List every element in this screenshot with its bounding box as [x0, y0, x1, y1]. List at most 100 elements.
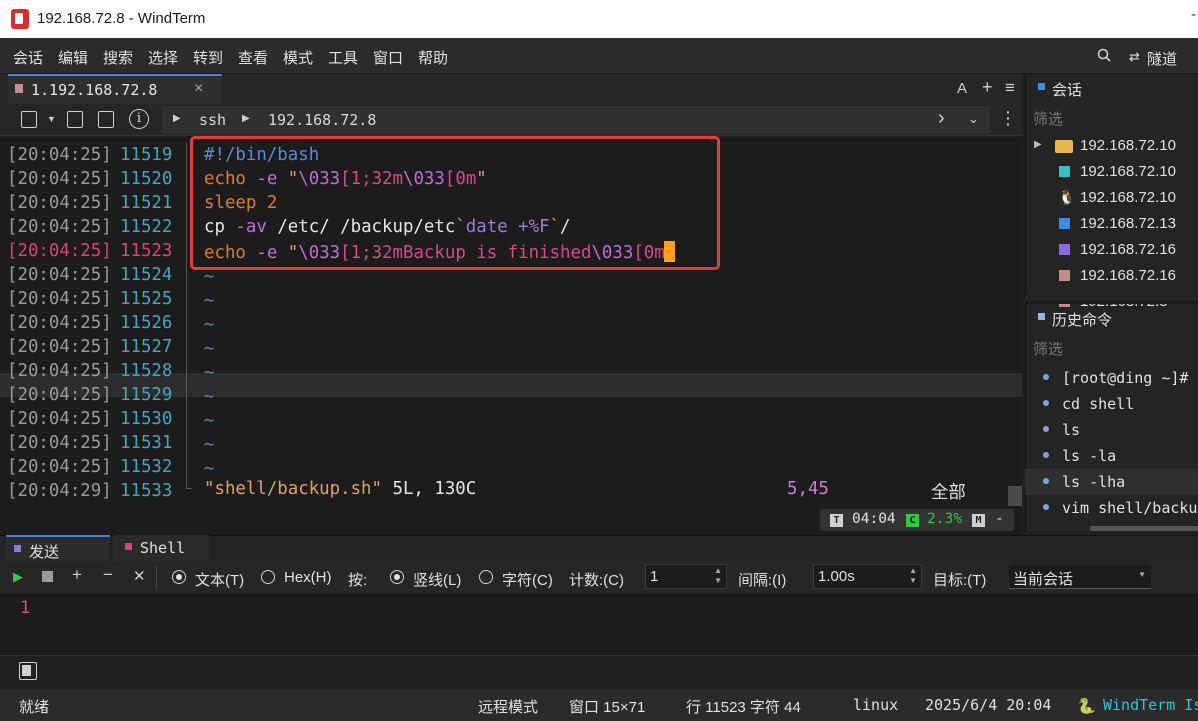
history-item-label: ls — [1062, 421, 1081, 439]
target-dropdown[interactable]: 当前会话 ▼ — [1009, 565, 1151, 589]
status-cursor[interactable]: 行 11523 字符 44 — [686, 696, 801, 717]
stop-icon[interactable] — [42, 571, 53, 582]
terminal-line: [20:04:25] 11532 — [0, 453, 1022, 477]
terminal-line: [20:04:25] 11528 — [0, 357, 1022, 381]
menu-bar: 会话 编辑 搜索 选择 转到 查看 模式 工具 窗口 帮助 — [0, 38, 1198, 74]
breadcrumb-protocol[interactable]: ssh — [199, 111, 226, 129]
history-item[interactable]: ls — [1025, 417, 1198, 443]
by-label: 按: — [348, 572, 368, 589]
tunnel-icon[interactable]: ⇄ — [1129, 49, 1140, 65]
menu-mode[interactable]: 模式 — [283, 47, 313, 68]
menu-view[interactable]: 查看 — [238, 47, 268, 68]
session-tab-label: 1.192.168.72.8 — [31, 81, 158, 99]
duplicate-session-icon[interactable] — [67, 111, 83, 128]
terminal-scrollbar[interactable] — [1008, 486, 1022, 506]
font-size-button[interactable]: A — [957, 80, 967, 97]
interval-spinbox[interactable]: 1.00s ▲ ▼ — [813, 564, 922, 589]
linux-icon: 🐧 — [1058, 189, 1076, 205]
text-radio-label[interactable]: 文本(T) — [195, 569, 244, 590]
status-window-size[interactable]: 窗口 15×71 — [569, 696, 645, 717]
count-value: 1 — [650, 568, 659, 585]
breadcrumb-host[interactable]: 192.168.72.8 — [268, 111, 376, 129]
history-horizontal-scrollbar[interactable] — [1090, 526, 1198, 531]
char-radio[interactable] — [479, 570, 493, 584]
line-number: 11533 — [120, 481, 173, 501]
char-radio-label[interactable]: 字符(C) — [502, 569, 553, 590]
history-item[interactable]: vim shell/backup.sh — [1025, 495, 1198, 521]
close-tab-button[interactable]: × — [194, 80, 203, 98]
info-icon[interactable]: i — [129, 109, 149, 129]
new-session-icon[interactable] — [21, 111, 37, 128]
copy-session-icon[interactable] — [98, 111, 114, 128]
history-item[interactable]: [root@ding ~]# — [1025, 365, 1198, 391]
chevron-down-icon[interactable]: ▼ — [47, 114, 56, 124]
minus-icon[interactable]: − — [103, 565, 113, 585]
send-tab-icon — [14, 545, 21, 552]
brand-label: WindTerm Is — [1103, 696, 1198, 714]
menu-window[interactable]: 窗口 — [373, 47, 403, 68]
session-item[interactable]: ▶ 192.168.72.10 — [1025, 134, 1198, 160]
bottom-toolbar — [0, 655, 1198, 689]
status-mode[interactable]: 远程模式 — [478, 696, 538, 717]
tunnel-button[interactable]: 隧道 — [1147, 48, 1177, 69]
history-filter-input[interactable]: 筛选 — [1033, 338, 1063, 359]
tab-send-label: 发送 — [29, 544, 60, 561]
chevron-right-icon[interactable]: ▶ — [1034, 139, 1042, 150]
menu-edit[interactable]: 编辑 — [58, 47, 88, 68]
spin-arrows-icon[interactable]: ▲ ▼ — [909, 566, 917, 586]
send-content: 1 — [20, 598, 31, 618]
tab-session-192-168-72-8[interactable]: 1.192.168.72.8 × — [8, 74, 222, 104]
history-item-label: ls -lha — [1062, 473, 1126, 491]
sessions-panel-icon — [1038, 83, 1045, 90]
history-item[interactable]: cd shell — [1025, 391, 1198, 417]
menu-session[interactable]: 会话 — [13, 47, 43, 68]
session-item[interactable]: 192.168.72.13 — [1025, 212, 1198, 238]
square-icon — [1059, 270, 1070, 281]
minimize-button[interactable]: - — [1191, 6, 1196, 23]
tab-shell-label: Shell — [140, 539, 186, 557]
new-tab-button[interactable]: + — [982, 77, 993, 98]
page-icon[interactable] — [19, 662, 37, 680]
status-os[interactable]: linux — [853, 696, 898, 714]
menu-goto[interactable]: 转到 — [193, 47, 223, 68]
line-radio-label[interactable]: 竖线(L) — [413, 569, 461, 590]
tab-list-button[interactable]: ≡ — [1005, 78, 1015, 98]
line-timestamp: [20:04:25] — [7, 313, 112, 333]
session-item[interactable]: 🐧 192.168.72.10 — [1025, 186, 1198, 212]
line-timestamp: [20:04:25] — [7, 337, 112, 357]
line-radio[interactable] — [390, 570, 404, 584]
hex-radio-label[interactable]: Hex(H) — [284, 569, 332, 586]
line-number: 11525 — [120, 289, 173, 309]
history-item[interactable]: ls -la — [1025, 443, 1198, 469]
session-item[interactable]: 192.168.72.16 — [1025, 264, 1198, 290]
count-spinbox[interactable]: 1 ▲ ▼ — [645, 564, 727, 589]
history-item[interactable]: ls -lha — [1025, 469, 1198, 495]
vim-empty-line-tilde: ~ — [204, 339, 215, 359]
panel-divider[interactable] — [1025, 301, 1198, 304]
add-icon[interactable]: + — [72, 565, 82, 585]
text-radio[interactable] — [172, 570, 186, 584]
sessions-filter-input[interactable]: 筛选 — [1033, 108, 1063, 129]
bullet-icon — [1043, 426, 1049, 432]
interval-label: 间隔:(I) — [738, 572, 787, 589]
menu-tools[interactable]: 工具 — [328, 47, 358, 68]
menu-select[interactable]: 选择 — [148, 47, 178, 68]
tab-send[interactable]: 发送 — [6, 535, 110, 561]
history-item-label: [root@ding ~]# — [1062, 369, 1189, 387]
play-icon[interactable]: ▶ — [13, 569, 23, 585]
send-text-area[interactable] — [0, 593, 1198, 655]
session-item[interactable]: 192.168.72.16 — [1025, 238, 1198, 264]
menu-help[interactable]: 帮助 — [418, 47, 448, 68]
more-options-icon[interactable]: ⋮ — [999, 108, 1017, 129]
chevron-down-icon[interactable]: ⌄ — [968, 111, 979, 127]
search-icon[interactable] — [1097, 48, 1111, 62]
chevron-right-icon[interactable]: › — [938, 107, 945, 130]
title-bar: 192.168.72.8 - WindTerm - — [0, 0, 1198, 38]
line-timestamp: [20:04:25] — [7, 361, 112, 381]
clear-icon[interactable]: ✕ — [133, 567, 146, 585]
session-item[interactable]: 192.168.72.10 — [1025, 160, 1198, 186]
menu-search[interactable]: 搜索 — [103, 47, 133, 68]
tab-shell[interactable]: Shell — [113, 535, 209, 561]
hex-radio[interactable] — [261, 570, 275, 584]
spin-arrows-icon[interactable]: ▲ ▼ — [714, 566, 722, 586]
